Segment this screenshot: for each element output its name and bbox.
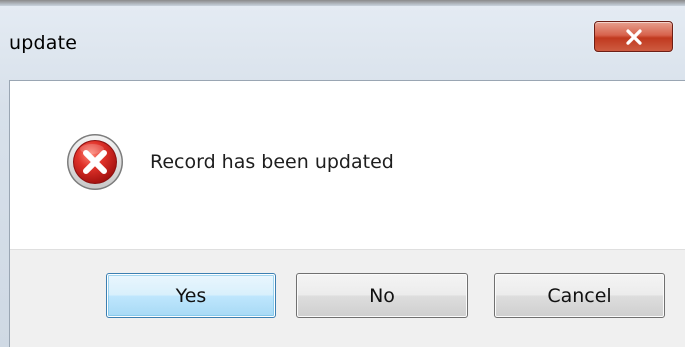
dialog-content: Record has been updated — [10, 81, 685, 249]
no-button[interactable]: No — [296, 273, 468, 318]
cancel-button[interactable]: Cancel — [494, 273, 665, 318]
message-box-window: update Record has been updated Yes No Ca… — [0, 6, 685, 347]
window-title: update — [9, 32, 78, 54]
dialog-message: Record has been updated — [150, 151, 394, 173]
error-icon — [67, 134, 123, 190]
dialog-button-bar: Yes No Cancel — [10, 249, 685, 347]
dialog-client-area: Record has been updated Yes No Cancel — [9, 80, 685, 347]
close-x-icon — [625, 28, 642, 45]
screen: update Record has been updated Yes No Ca… — [0, 0, 685, 347]
close-button[interactable] — [594, 21, 673, 52]
yes-button[interactable]: Yes — [106, 273, 276, 318]
title-bar[interactable]: update — [0, 6, 685, 80]
